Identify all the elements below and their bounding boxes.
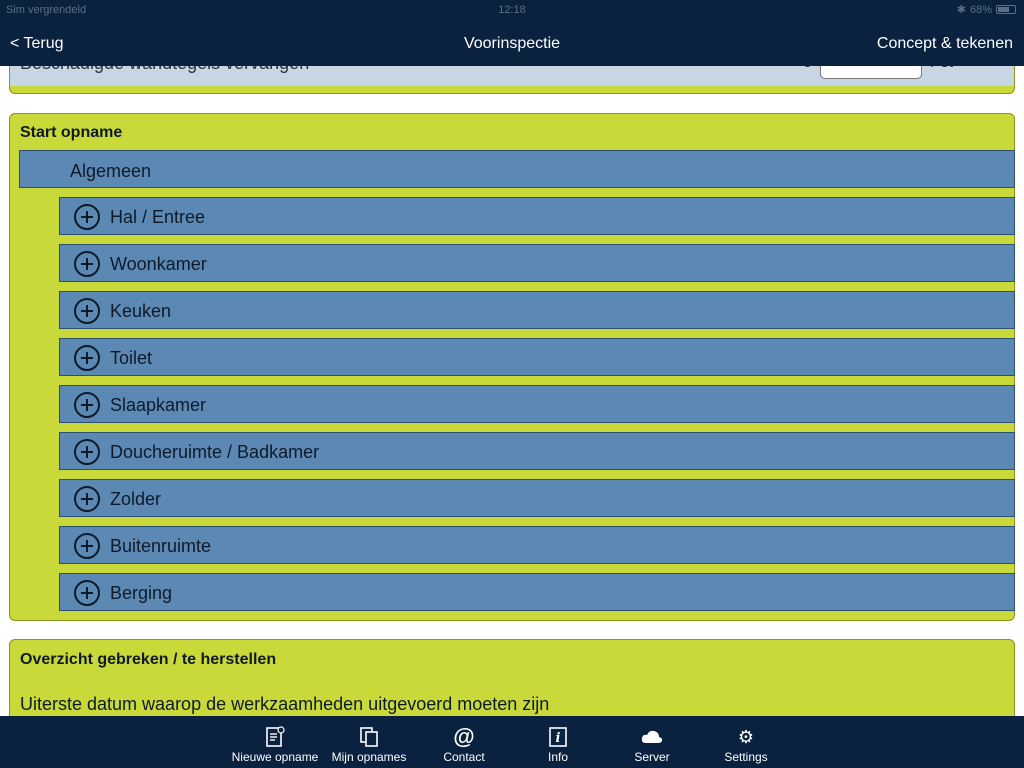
concept-tekenen-button[interactable]: Concept & tekenen [877,35,1013,53]
room-label: Hal / Entree [110,207,206,227]
plus-circle-icon[interactable] [74,533,100,559]
room-label: Zolder [110,489,162,509]
gears-icon: ⚙ [737,726,755,747]
room-row-woonkamer[interactable]: Woonkamer [59,244,1015,282]
overzicht-subtitle: Uiterste datum waarop de werkzaamheden u… [20,694,550,714]
documents-icon [321,726,417,748]
plus-circle-icon[interactable] [74,580,100,606]
room-row-toilet[interactable]: Toilet [59,338,1015,376]
tab-label: Mijn opnames [331,750,407,764]
tab-label: Nieuwe opname [231,750,319,764]
plus-circle-icon[interactable] [74,392,100,418]
tab-label: Info [547,750,568,764]
room-label: Berging [110,583,173,603]
room-label: Doucheruimte / Badkamer [110,442,320,462]
status-right: ✱ 68% [957,3,1016,16]
plus-circle-icon[interactable] [74,204,100,230]
tab-settings[interactable]: ⚙ Settings [698,716,794,768]
room-label: Woonkamer [110,254,207,274]
room-label: Keuken [110,301,172,321]
room-row-hal-entree[interactable]: Hal / Entree [59,197,1015,235]
plus-circle-icon[interactable] [74,345,100,371]
plus-circle-icon[interactable] [74,298,100,324]
at-sign-icon: @ [453,724,475,749]
category-row-algemeen[interactable]: Algemeen [19,150,1015,188]
tab-contact[interactable]: @ Contact [416,716,512,768]
room-label: Toilet [110,348,153,368]
cloud-icon [604,726,700,748]
svg-text:i: i [556,731,561,746]
room-row-buitenruimte[interactable]: Buitenruimte [59,526,1015,564]
room-row-keuken[interactable]: Keuken [59,291,1015,329]
page-title: Voorinspectie [463,35,561,52]
room-label: Slaapkamer [110,395,207,415]
tab-info[interactable]: i Info [510,716,606,768]
tab-label: Server [634,750,670,764]
back-button[interactable]: < Terug [10,35,64,53]
status-time: 12:18 [498,4,526,16]
tab-server[interactable]: Server [604,716,700,768]
start-opname-title: Start opname [20,124,123,141]
new-document-icon [227,726,323,748]
room-row-doucheruimte-badkamer[interactable]: Doucheruimte / Badkamer [59,432,1015,470]
bluetooth-icon: ✱ [956,4,966,16]
room-row-berging[interactable]: Berging [59,573,1015,611]
start-opname-panel: Start opname Algemeen Hal / Entree Woonk… [9,113,1015,621]
overzicht-title: Overzicht gebreken / te herstellen [20,651,277,668]
plus-circle-icon[interactable] [74,486,100,512]
tab-bar: Nieuwe opname Mijn opnames @ Contact i I… [0,716,1024,768]
battery-percentage: 68% [969,3,992,16]
room-row-slaapkamer[interactable]: Slaapkamer [59,385,1015,423]
battery-icon [996,5,1016,14]
navigation-bar: Sim vergrendeld 12:18 ✱ 68% < Terug Voor… [0,0,1024,66]
tab-label: Settings [724,750,768,764]
tab-mijn-opnames[interactable]: Mijn opnames [321,716,417,768]
room-row-zolder[interactable]: Zolder [59,479,1015,517]
category-label: Algemeen [70,161,152,181]
tab-nieuwe-opname[interactable]: Nieuwe opname [227,716,323,768]
tab-label: Contact [443,750,485,764]
room-label: Buitenruimte [110,536,212,556]
plus-circle-icon[interactable] [74,439,100,465]
info-icon: i [510,726,606,748]
plus-circle-icon[interactable] [74,251,100,277]
